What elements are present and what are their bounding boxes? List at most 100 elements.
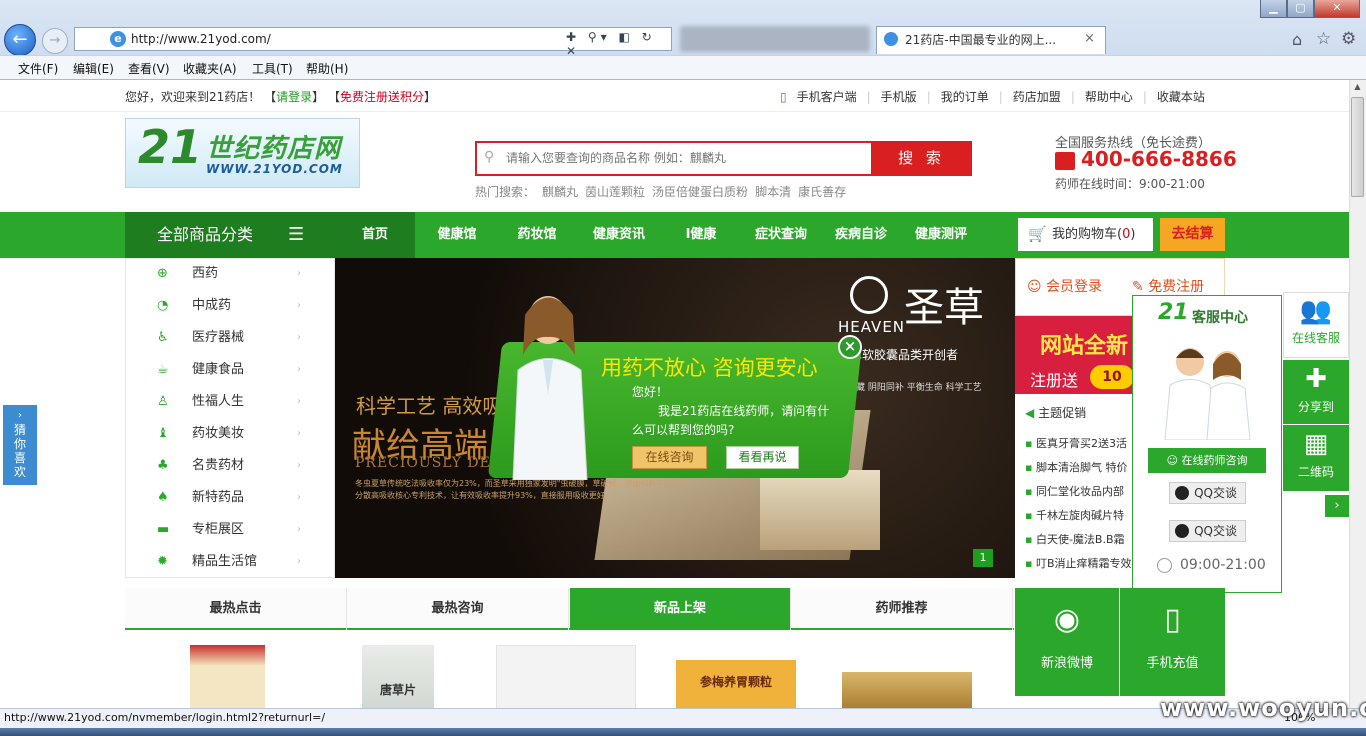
collapse-arrow-icon[interactable]: ›	[1325, 495, 1349, 517]
link-mobile-site[interactable]: 手机版	[881, 90, 917, 104]
product-image[interactable]: 唐草片	[362, 645, 434, 715]
news-item[interactable]: 同仁堂化妆品内部	[1025, 483, 1135, 499]
leaf-icon: ◔	[157, 298, 169, 313]
gear-icon[interactable]: ⚙	[1341, 29, 1356, 49]
category-item[interactable]: ◔ 中成药 ›	[125, 290, 335, 322]
menu-edit[interactable]: 编辑(E)	[73, 60, 114, 77]
product-image[interactable]	[190, 645, 265, 715]
category-item[interactable]: ♠ 新特药品 ›	[125, 482, 335, 514]
guess-you-like-tab[interactable]: › 猜你喜欢	[3, 405, 37, 485]
people-icon: 👥	[1299, 296, 1333, 326]
checkout-button[interactable]: 去结算	[1160, 218, 1225, 251]
qq-chat-button[interactable]: QQ交谈	[1169, 520, 1246, 542]
qrcode-tab[interactable]: ▦ 二维码	[1283, 425, 1349, 491]
forward-button[interactable]: →	[42, 28, 68, 54]
nav-health-news[interactable]: 健康资讯	[579, 212, 659, 258]
news-item[interactable]: 千林左旋肉碱片特	[1025, 507, 1135, 523]
news-item[interactable]: 脚本清治脚气 特价	[1025, 459, 1135, 475]
hot-item[interactable]: 茵山莲颗粒	[585, 185, 645, 199]
nav-home[interactable]: 首页	[335, 212, 415, 258]
hot-item[interactable]: 脚本清	[755, 185, 791, 199]
banner-slide-index[interactable]: 1	[973, 549, 993, 567]
register-link[interactable]: 免费注册送积分	[340, 90, 424, 104]
tab-hot-clicks[interactable]: 最热点击	[125, 588, 347, 630]
qq-label: QQ交谈	[1194, 524, 1237, 538]
tab-hot-consult[interactable]: 最热咨询	[347, 588, 569, 630]
welcome-prefix: 您好，欢迎来到21药店！	[125, 90, 261, 104]
category-item[interactable]: ♝ 药妆美妆 ›	[125, 418, 335, 450]
nav-symptom-query[interactable]: 症状查询	[743, 212, 819, 258]
category-item[interactable]: ♙ 性福人生 ›	[125, 386, 335, 418]
link-bookmark[interactable]: 收藏本站	[1157, 90, 1205, 104]
chevron-right-icon: ›	[297, 364, 301, 375]
link-franchise[interactable]: 药店加盟	[1013, 90, 1061, 104]
nav-self-diagnosis[interactable]: 疾病自诊	[823, 212, 899, 258]
menu-help[interactable]: 帮助(H)	[306, 60, 348, 77]
service-title: 客服中心	[1192, 310, 1248, 326]
chevron-right-icon: ›	[297, 556, 301, 567]
nav-i-health[interactable]: I健康	[663, 212, 739, 258]
hot-item[interactable]: 汤臣倍健蛋白质粉	[652, 185, 748, 199]
link-help-center[interactable]: 帮助中心	[1085, 90, 1133, 104]
home-icon[interactable]: ⌂	[1292, 30, 1302, 49]
share-tab[interactable]: ✚ 分享到	[1283, 360, 1349, 424]
lipstick-icon: ♝	[157, 426, 169, 441]
nav-health-hall[interactable]: 健康馆	[419, 212, 495, 258]
mobile-phone-icon: ▯	[1164, 602, 1181, 637]
scroll-thumb[interactable]	[1351, 97, 1364, 197]
category-item[interactable]: ✹ 精品生活馆 ›	[125, 546, 335, 578]
product-name: 唐草片	[379, 683, 416, 697]
menu-favorites[interactable]: 收藏夹(A)	[183, 60, 237, 77]
search-button[interactable]: 搜 索	[871, 141, 972, 176]
product-image[interactable]: 参梅养胃颗粒	[676, 660, 796, 708]
product-image[interactable]	[496, 645, 636, 715]
maximize-button[interactable]: ▢	[1287, 0, 1314, 18]
login-link[interactable]: 请登录	[276, 90, 312, 104]
category-label: 精品生活馆	[192, 554, 258, 569]
consult-online-button[interactable]: 在线咨询	[632, 446, 707, 469]
phone-recharge-tile[interactable]: ▯ 手机充值	[1120, 588, 1225, 696]
maybe-later-button[interactable]: 看看再说	[726, 446, 799, 469]
category-item[interactable]: ⊕ 西药 ›	[125, 258, 335, 290]
category-item[interactable]: ♿ 医疗器械 ›	[125, 322, 335, 354]
clover-icon: ♣	[157, 458, 169, 473]
nav-cosmetics[interactable]: 药妆馆	[499, 212, 575, 258]
close-window-button[interactable]: ✕	[1314, 0, 1360, 18]
banner-fine-print: 冬虫夏草传统吃法吸收率仅为23%，而圣草采用独家发明"虫破膜，草破壁，溶出纯粹萃…	[355, 479, 685, 500]
close-icon[interactable]: ×	[838, 335, 862, 359]
minimize-button[interactable]: ▁	[1260, 0, 1287, 18]
product-image[interactable]	[842, 672, 972, 712]
weibo-tile[interactable]: ◉ 新浪微博	[1015, 588, 1119, 696]
member-login-button[interactable]: ☺ 会员登录	[1027, 276, 1102, 296]
menu-view[interactable]: 查看(V)	[128, 60, 170, 77]
qq-chat-button[interactable]: QQ交谈	[1169, 482, 1246, 504]
category-item[interactable]: ☕ 健康食品 ›	[125, 354, 335, 386]
menu-tools[interactable]: 工具(T)	[252, 60, 293, 77]
free-register-button[interactable]: ✎ 免费注册	[1132, 276, 1204, 296]
online-pharmacist-button[interactable]: ☺ 在线药师咨询	[1148, 448, 1266, 473]
tab-close-icon[interactable]: ×	[1084, 31, 1098, 47]
address-tools[interactable]: ✚ ⚲▾ ◧ ↻ ✕	[566, 30, 666, 58]
category-item[interactable]: ▬ 专柜展区 ›	[125, 514, 335, 546]
search-input[interactable]	[506, 143, 870, 174]
blurred-tab[interactable]	[680, 26, 870, 52]
menu-file[interactable]: 文件(F)	[18, 60, 58, 77]
news-item[interactable]: 医真牙膏买2送3活	[1025, 435, 1135, 451]
tab-pharmacist-picks[interactable]: 药师推荐	[791, 588, 1013, 630]
hot-item[interactable]: 康氏善存	[798, 185, 846, 199]
link-mobile-client[interactable]: 手机客户端	[797, 90, 857, 104]
chevron-right-icon: ›	[297, 332, 301, 343]
scroll-up-icon[interactable]: ▲	[1351, 82, 1364, 96]
news-item[interactable]: 叮B消止痒精霜专效	[1025, 555, 1135, 571]
favorites-star-icon[interactable]: ☆	[1316, 29, 1331, 49]
tab-21yod[interactable]: 21药店-中国最专业的网上...	[876, 26, 1106, 54]
chevron-right-icon: ›	[297, 428, 301, 439]
category-item[interactable]: ♣ 名贵药材 ›	[125, 450, 335, 482]
hot-item[interactable]: 麒麟丸	[542, 185, 578, 199]
online-service-tab[interactable]: 👥 在线客服	[1283, 292, 1349, 358]
news-item[interactable]: 白天使-魔法B.B霜	[1025, 531, 1135, 547]
link-my-orders[interactable]: 我的订单	[941, 90, 989, 104]
nav-health-test[interactable]: 健康测评	[903, 212, 979, 258]
back-button[interactable]: ←	[4, 24, 36, 56]
tab-new-arrivals[interactable]: 新品上架	[570, 588, 791, 630]
